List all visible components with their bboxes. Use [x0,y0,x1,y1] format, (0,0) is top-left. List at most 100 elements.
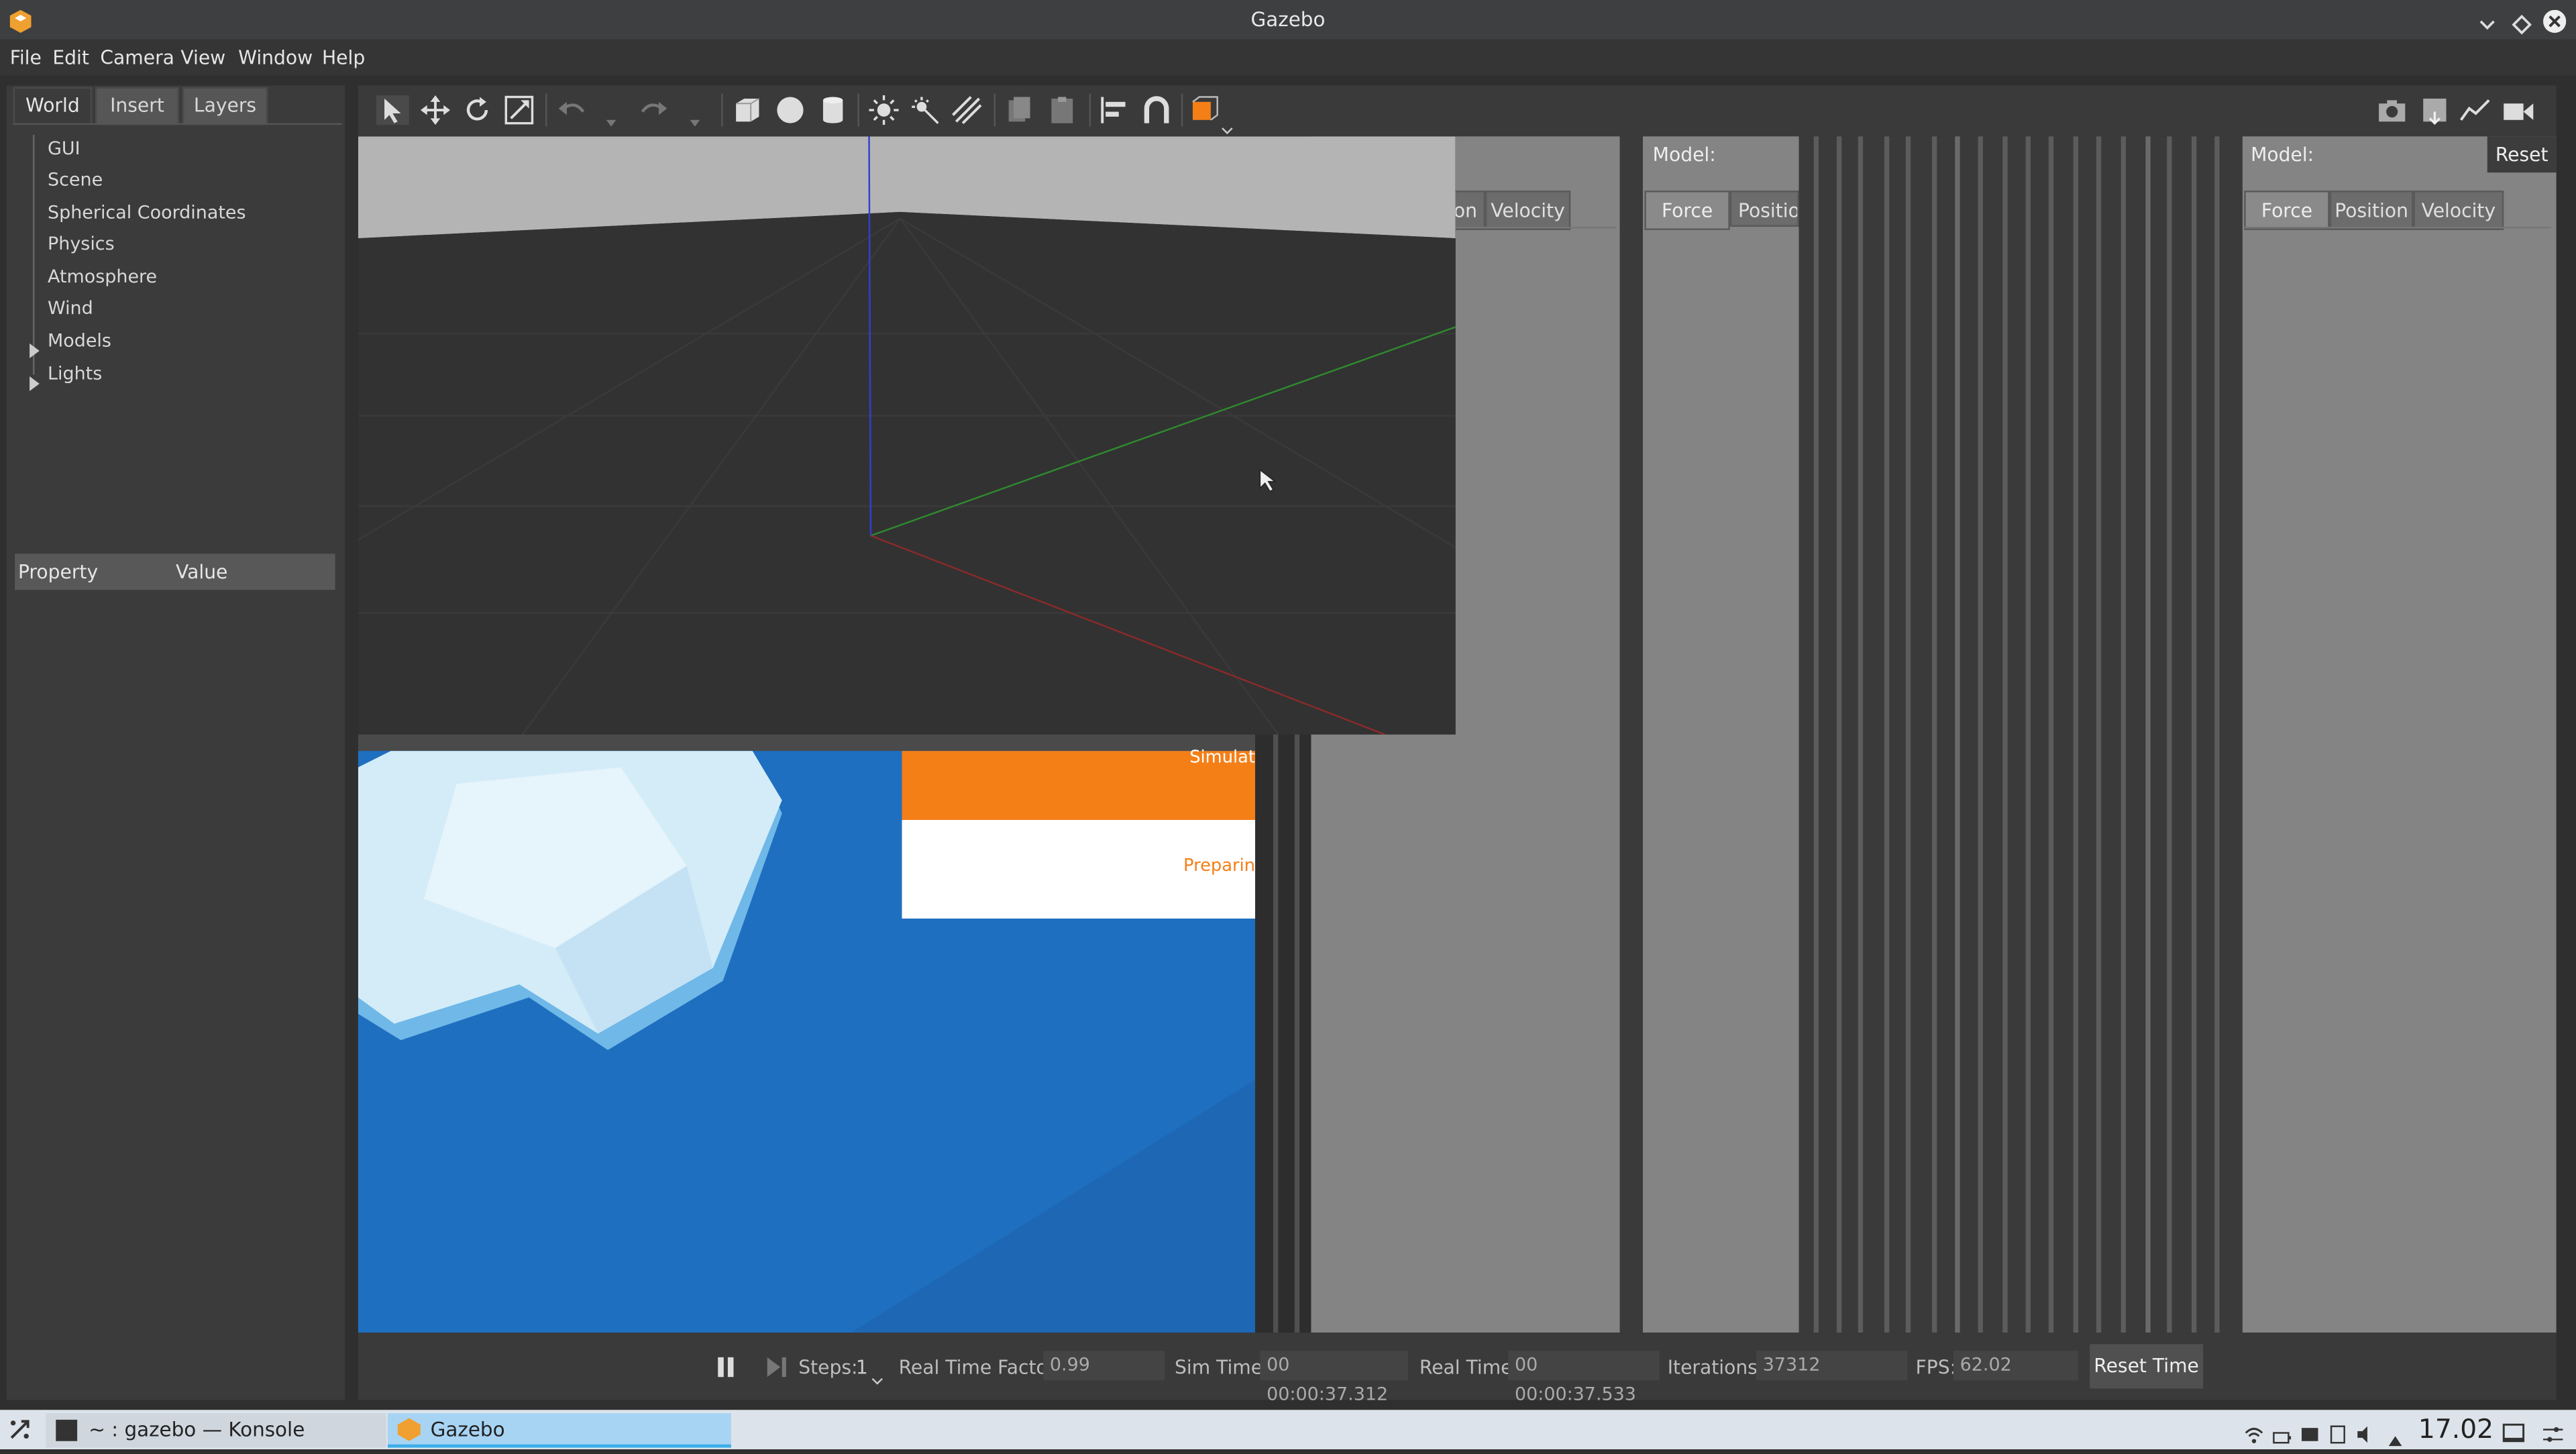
menu-edit[interactable]: Edit [52,46,89,69]
tree-item-spherical-coordinates[interactable]: Spherical Coordinates [48,202,246,223]
fps-label: FPS: [1915,1355,1957,1379]
tab-position[interactable]: Position [1729,191,1799,227]
close-icon[interactable] [2543,8,2567,33]
wifi-icon[interactable] [2244,1420,2263,1443]
point-light-icon[interactable] [867,95,900,125]
task-konsole[interactable]: ~ : gazebo — Konsole [46,1413,386,1448]
device-icon[interactable] [2300,1420,2320,1441]
task-gazebo[interactable]: Gazebo [387,1413,731,1448]
volume-icon[interactable] [2356,1420,2375,1443]
paste-icon[interactable] [1046,95,1079,125]
tree-item-atmosphere[interactable]: Atmosphere [48,266,157,288]
tab-position[interactable]: Position [2329,191,2414,230]
menu-window[interactable]: Window [238,46,313,69]
tab-layers[interactable]: Layers [182,87,268,125]
copy-icon[interactable] [1004,95,1036,125]
tab-underline [1455,226,1617,229]
property-table-header: Property Value [15,554,335,590]
tree-item-wind[interactable]: Wind [48,297,93,319]
clipboard-icon[interactable] [2328,1420,2347,1444]
property-column-header: Property [17,560,99,584]
screenshot-camera-icon[interactable] [2375,95,2408,125]
menu-view[interactable]: View [180,46,225,69]
menu-file[interactable]: File [10,46,42,69]
undo-icon[interactable] [555,95,588,125]
battery-icon[interactable] [2272,1421,2292,1444]
toolbar-separator [1089,93,1091,127]
step-icon[interactable] [765,1354,788,1378]
app-launcher-icon[interactable] [7,1416,33,1443]
viewport-scrollbar[interactable] [358,734,1256,751]
scale-mode-icon[interactable] [502,95,535,125]
window-edge [1978,136,1983,1333]
log-icon[interactable] [2418,95,2451,125]
sphere-shape-icon[interactable] [773,95,806,125]
view-angle-dropdown-icon[interactable] [1221,112,1234,135]
expand-lights-icon[interactable] [28,366,42,391]
3d-viewport[interactable] [358,136,1456,735]
sim-time-label: Sim Time: [1175,1355,1269,1379]
cylinder-shape-icon[interactable] [816,95,849,125]
splash-status: Preparin [1183,855,1256,876]
translate-mode-icon[interactable] [419,95,451,125]
sim-time-field: 00 00:00:37.312 [1260,1351,1408,1405]
pause-icon[interactable] [716,1354,736,1378]
fps-field: 62.02 [1953,1351,2078,1381]
tab-world[interactable]: World [13,87,93,125]
scene-render [358,136,1456,735]
tab-velocity[interactable]: Velocity [2413,191,2504,230]
real-time-label: Real Time: [1419,1355,1519,1379]
box-shape-icon[interactable] [731,95,764,125]
terminal-icon [56,1419,78,1441]
view-angle-icon[interactable] [1189,95,1222,125]
expand-models-icon[interactable] [28,333,42,358]
redo-dropdown-icon[interactable] [688,103,702,127]
steps-value[interactable]: 1 [856,1355,868,1378]
tree-item-physics[interactable]: Physics [48,233,115,255]
align-icon[interactable] [1097,95,1130,125]
expand-tray-icon[interactable] [2387,1423,2403,1447]
window-edge [1905,136,1911,1333]
panel-gap [1619,136,1643,1333]
window-edge [2145,136,2151,1333]
toolbar-separator [545,93,547,127]
window-edge [2048,136,2054,1333]
redo-icon[interactable] [637,95,670,125]
model-label: Model: [2251,143,2314,166]
snap-magnet-icon[interactable] [1140,95,1173,125]
plot-icon[interactable] [2459,95,2492,125]
tree-item-models[interactable]: Models [48,330,111,352]
select-mode-icon[interactable] [376,95,409,125]
window-edge-strip [1255,734,1311,1333]
panel-settings-icon[interactable] [2542,1420,2565,1442]
menu-camera[interactable]: Camera [100,46,174,69]
tab-insert[interactable]: Insert [95,87,179,125]
window-edge [1858,136,1864,1333]
steps-dropdown-icon[interactable] [871,1362,884,1385]
clock[interactable]: 17.02 [2418,1413,2493,1445]
tree-item-scene[interactable]: Scene [48,169,103,191]
window-edge [2191,136,2197,1333]
tab-velocity[interactable]: Velocity [1485,191,1571,230]
tree-item-gui[interactable]: GUI [48,138,80,160]
reset-time-button[interactable]: Reset Time [2090,1344,2204,1389]
rotate-mode-icon[interactable] [462,95,494,125]
directional-light-icon[interactable] [951,95,984,125]
joint-control-panel-2 [1642,136,1799,1333]
maximize-icon[interactable] [2512,10,2532,35]
reset-button[interactable]: Reset [2487,136,2557,173]
tab-underline [2244,226,2552,229]
iterations-field: 37312 [1756,1351,1908,1381]
minimize-icon[interactable] [2477,10,2497,30]
tab-force[interactable]: Force [2244,191,2330,230]
spot-light-icon[interactable] [910,95,943,125]
undo-dropdown-icon[interactable] [604,103,618,127]
video-record-icon[interactable] [2502,95,2535,125]
window-edge [1932,136,1937,1333]
menu-help[interactable]: Help [322,46,365,69]
show-desktop-icon[interactable] [2502,1418,2525,1443]
tree-item-lights[interactable]: Lights [48,363,102,384]
title-bar: Gazebo [0,0,2576,40]
tab-force[interactable]: Force [1644,191,1730,230]
model-label: Model: [1652,143,1716,166]
